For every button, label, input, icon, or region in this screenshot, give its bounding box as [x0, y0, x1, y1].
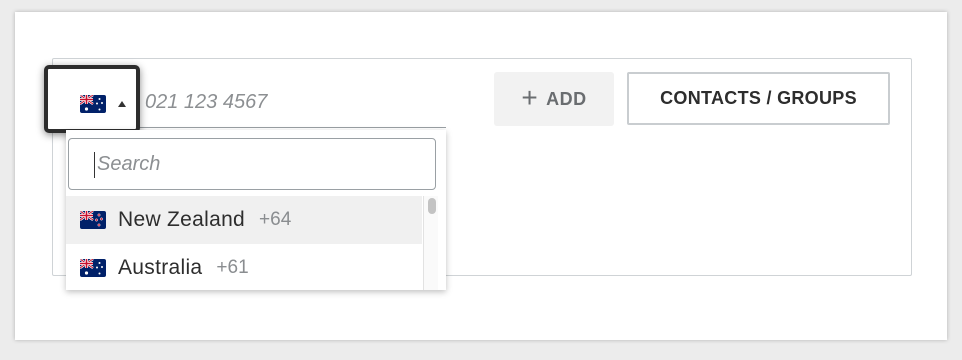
new-zealand-flag-icon [80, 211, 106, 229]
country-item-new-zealand[interactable]: New Zealand +64 [66, 196, 422, 244]
country-item-australia[interactable]: Australia +61 [66, 244, 422, 290]
country-dial-code: +61 [216, 257, 249, 278]
text-cursor [94, 152, 95, 178]
phone-number-input[interactable] [145, 84, 445, 120]
country-dropdown: New Zealand +64 Australia +61 [66, 130, 446, 290]
caret-up-icon [118, 101, 126, 107]
country-dial-code: +64 [259, 209, 292, 230]
scrollbar-thumb[interactable] [428, 198, 436, 214]
country-list: New Zealand +64 Australia +61 [66, 196, 422, 290]
australia-flag-icon [80, 259, 106, 277]
australia-flag-icon [80, 95, 106, 113]
country-name: Australia [118, 256, 203, 279]
dropdown-scrollbar[interactable] [423, 196, 438, 290]
add-button-label: ADD [546, 88, 587, 109]
add-button[interactable]: + ADD [494, 72, 614, 126]
contacts-groups-button[interactable]: CONTACTS / GROUPS [627, 72, 890, 125]
contacts-groups-label: CONTACTS / GROUPS [660, 88, 857, 108]
country-code-picker[interactable] [44, 65, 140, 133]
plus-icon: + [521, 81, 539, 113]
country-name: New Zealand [118, 208, 246, 231]
country-search-input[interactable] [68, 138, 436, 190]
